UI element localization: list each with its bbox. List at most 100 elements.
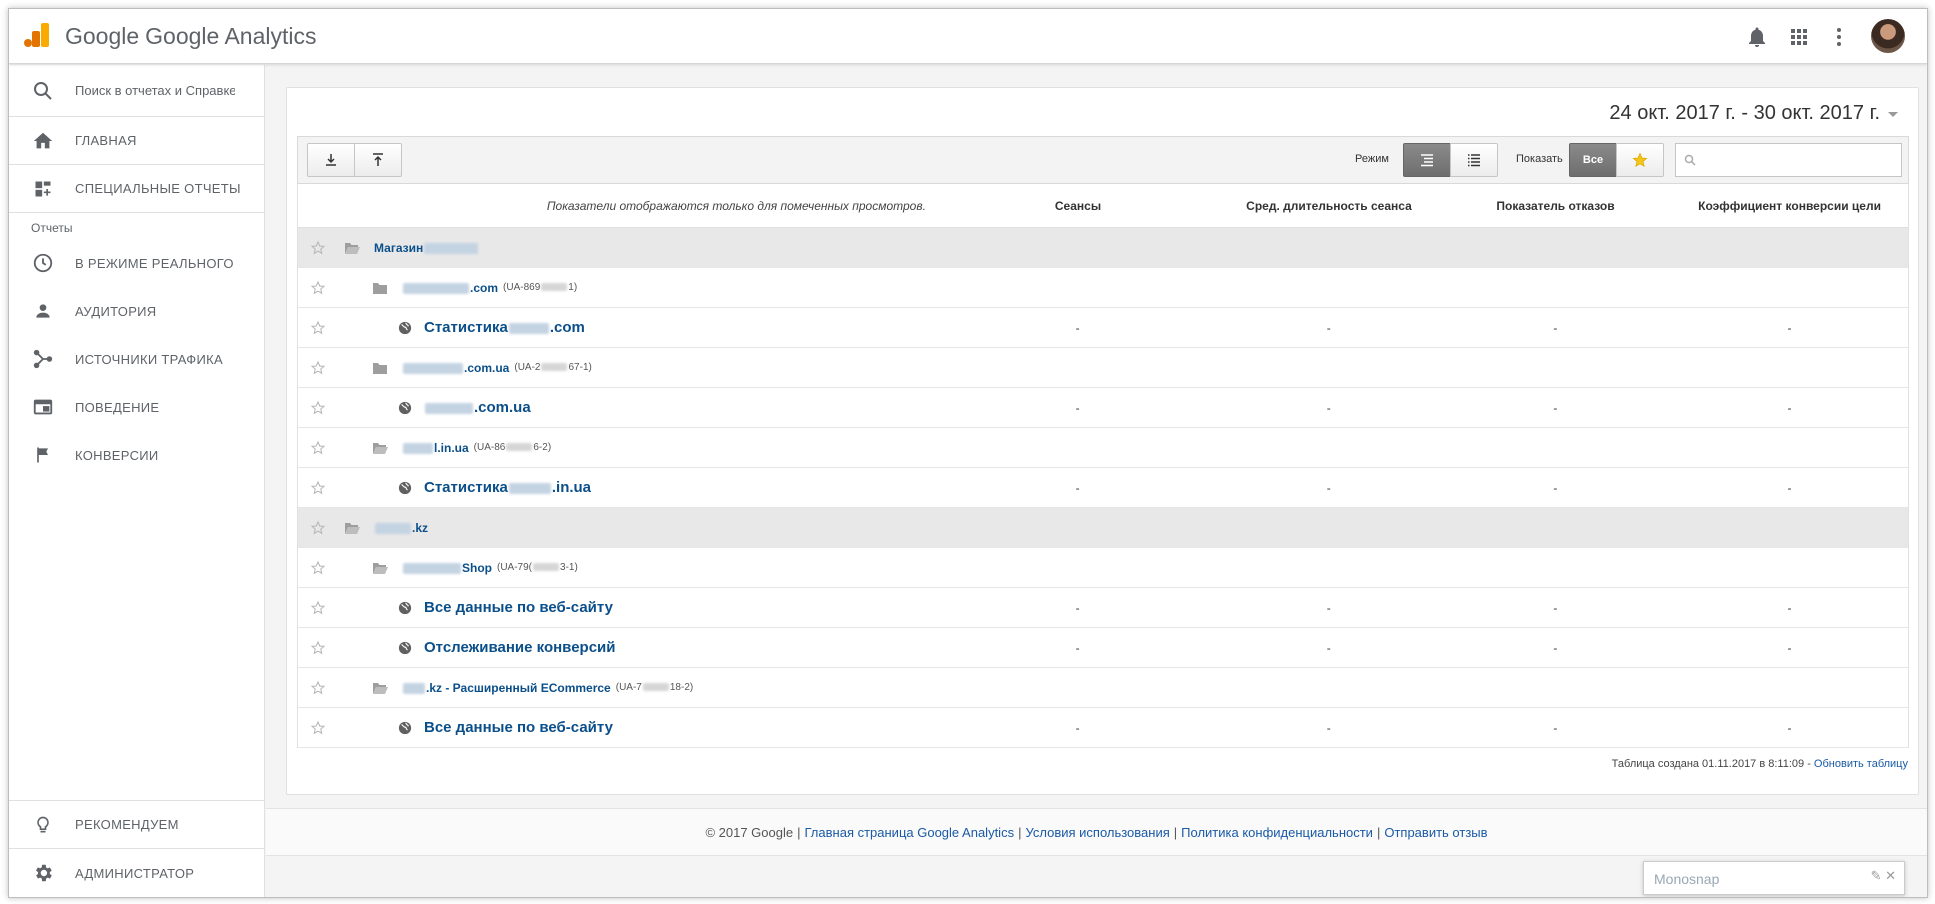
star-icon[interactable]	[310, 520, 326, 536]
star-icon[interactable]	[310, 720, 326, 736]
row-name-link[interactable]: Shop	[402, 561, 492, 575]
view-row[interactable]: Все данные по веб-сайту - - - -	[298, 708, 1908, 748]
metric-cell: -	[1787, 720, 1792, 735]
sidebar-item-custom-reports[interactable]: Специальные отчеты	[9, 165, 264, 213]
collapse-all-button[interactable]	[307, 143, 355, 177]
row-name-link[interactable]: Магазин	[374, 241, 479, 255]
product-title[interactable]: Google Google Analytics	[65, 23, 317, 50]
table-search-input[interactable]	[1702, 153, 1892, 167]
star-icon[interactable]	[310, 280, 326, 296]
footer-link-terms[interactable]: Условия использования	[1025, 825, 1169, 840]
sidebar-item-home[interactable]: Главная	[9, 117, 264, 165]
footer-link-privacy[interactable]: Политика конфиденциальности	[1181, 825, 1373, 840]
star-icon[interactable]	[310, 240, 326, 256]
row-name-link[interactable]: .com.ua	[402, 361, 509, 375]
product-name: Google Analytics	[145, 23, 317, 49]
metric-cell: -	[1075, 640, 1080, 655]
search-input[interactable]	[75, 83, 235, 98]
home-icon	[31, 129, 55, 153]
bell-icon[interactable]	[1745, 25, 1769, 49]
arrow-up-from-line-icon	[373, 153, 383, 166]
view-row[interactable]: Все данные по веб-сайту - - - -	[298, 588, 1908, 628]
row-name-link[interactable]: Все данные по веб-сайту	[424, 599, 613, 616]
row-name: Все данные по веб-сайту	[424, 599, 613, 616]
view-row[interactable]: Статистика .com - - - -	[298, 308, 1908, 348]
view-row[interactable]: .com.ua - - - -	[298, 388, 1908, 428]
account-row[interactable]: Магазин	[298, 228, 1908, 268]
row-name-cell: .kz	[298, 520, 937, 536]
sidebar-item-behavior[interactable]: Поведение	[9, 383, 264, 431]
show-starred-button[interactable]	[1616, 143, 1664, 177]
table-body: Магазин .com (UA-869 1) Статистика .com - - - - .c…	[298, 228, 1908, 748]
property-row[interactable]: .com.ua (UA-2 67-1)	[298, 348, 1908, 388]
metric-cell: -	[1075, 400, 1080, 415]
star-icon[interactable]	[310, 640, 326, 656]
star-icon[interactable]	[310, 560, 326, 576]
sidebar-item-acquisition[interactable]: Источники трафика	[9, 335, 264, 383]
globe-icon	[398, 601, 412, 614]
star-icon[interactable]	[310, 680, 326, 696]
date-range-picker[interactable]: 24 окт. 2017 г. - 30 окт. 2017 г.	[1609, 102, 1900, 125]
column-header[interactable]: Коэффициент конверсии цели	[1671, 199, 1908, 213]
row-name-link[interactable]: Все данные по веб-сайту	[424, 719, 613, 736]
row-name-cell: Все данные по веб-сайту	[298, 719, 937, 736]
row-name-cell: Все данные по веб-сайту	[298, 599, 937, 616]
property-row[interactable]: Shop (UA-79(3-1)	[298, 548, 1908, 588]
hierarchy-view-button[interactable]	[1403, 143, 1451, 177]
sidebar-item-realtime[interactable]: В режиме реального	[9, 239, 264, 287]
list-view-button[interactable]	[1450, 143, 1498, 177]
person-icon	[31, 299, 55, 323]
row-name: Статистика	[424, 479, 508, 496]
sidebar-item-admin[interactable]: Администратор	[9, 849, 264, 897]
property-row[interactable]: l.in.ua (UA-86 6-2)	[298, 428, 1908, 468]
row-name-link[interactable]: .kz - Расширенный ECommerce	[402, 681, 611, 695]
view-row[interactable]: Статистика .in.ua - - - -	[298, 468, 1908, 508]
sidebar-item-recommend[interactable]: Рекомендуем	[9, 801, 264, 849]
star-icon[interactable]	[310, 360, 326, 376]
footer-link-ga-home[interactable]: Главная страница Google Analytics	[805, 825, 1015, 840]
row-name-cell: Статистика .com	[298, 319, 937, 336]
row-name-cell: .com (UA-869 1)	[298, 280, 937, 296]
avatar[interactable]	[1871, 19, 1905, 53]
star-icon[interactable]	[310, 400, 326, 416]
close-icon[interactable]: ✎ ✕	[1871, 868, 1896, 884]
star-icon[interactable]	[310, 600, 326, 616]
column-header[interactable]: Показатель отказов	[1440, 199, 1671, 213]
table-toolbar: Режим Показать Все	[297, 136, 1909, 184]
row-name-suffix: .com.ua	[474, 399, 531, 416]
more-vert-icon[interactable]	[1827, 25, 1851, 49]
footer-link-feedback[interactable]: Отправить отзыв	[1384, 825, 1487, 840]
property-row[interactable]: .kz - Расширенный ECommerce (UA-7 18-2)	[298, 668, 1908, 708]
apps-grid-icon[interactable]	[1787, 25, 1811, 49]
metric-cell: -	[1075, 720, 1080, 735]
reports-section-label: Отчеты	[31, 221, 73, 235]
tracking-id: (UA-79(3-1)	[497, 562, 578, 573]
row-name-link[interactable]: Статистика .in.ua	[424, 479, 591, 496]
analytics-logo-icon[interactable]	[23, 21, 51, 49]
row-name-link[interactable]: l.in.ua	[402, 441, 469, 455]
column-header[interactable]: Сеансы	[938, 199, 1218, 213]
dashboard-icon	[31, 177, 55, 201]
window-frame: GoogleGoogle Analytics Главная	[8, 8, 1928, 898]
expand-all-button[interactable]	[354, 143, 402, 177]
column-header[interactable]: Сред. длительность сеанса	[1218, 199, 1440, 213]
sidebar-item-audience[interactable]: Аудитория	[9, 287, 264, 335]
refresh-table-link[interactable]: Обновить таблицу	[1814, 758, 1908, 770]
star-icon[interactable]	[310, 480, 326, 496]
sidebar-item-label: Администратор	[75, 865, 195, 881]
metric-cell: -	[1075, 320, 1080, 335]
monosnap-widget[interactable]: Monosnap ✎ ✕	[1643, 861, 1905, 895]
globe-icon	[398, 641, 412, 654]
show-all-button[interactable]: Все	[1569, 143, 1617, 177]
star-icon[interactable]	[310, 320, 326, 336]
sidebar-item-conversions[interactable]: Конверсии	[9, 431, 264, 479]
row-name-link[interactable]: Отслеживание конверсий	[424, 639, 616, 656]
row-name-link[interactable]: .kz	[374, 521, 428, 535]
view-row[interactable]: Отслеживание конверсий - - - -	[298, 628, 1908, 668]
star-icon[interactable]	[310, 440, 326, 456]
row-name-link[interactable]: Статистика .com	[424, 319, 585, 336]
row-name-link[interactable]: .com.ua	[424, 399, 531, 416]
account-row[interactable]: .kz	[298, 508, 1908, 548]
row-name-link[interactable]: .com	[402, 281, 498, 295]
property-row[interactable]: .com (UA-869 1)	[298, 268, 1908, 308]
